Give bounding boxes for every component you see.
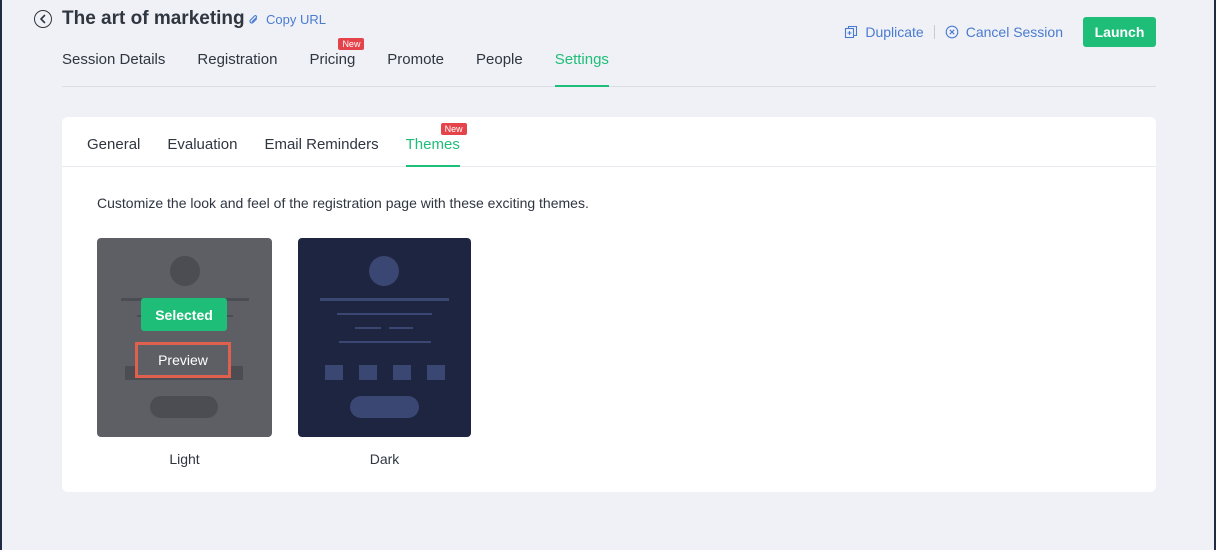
tab-label: Registration (197, 51, 278, 68)
back-button[interactable] (34, 10, 52, 28)
tab-promote[interactable]: Promote (387, 48, 444, 87)
actions-divider (933, 25, 935, 39)
window-left-edge (0, 0, 2, 550)
dark-theme-thumbnail (320, 256, 449, 418)
new-badge: New (440, 123, 467, 135)
tab-label: Session Details (62, 51, 166, 68)
tab-label: Promote (387, 51, 444, 68)
subtab-general[interactable]: General (87, 117, 140, 167)
subtab-themes[interactable]: Themes New (405, 117, 467, 167)
preview-button[interactable]: Preview (135, 342, 231, 378)
subtab-evaluation[interactable]: Evaluation (167, 117, 237, 167)
theme-card-light[interactable]: Selected Preview (97, 238, 272, 437)
theme-label-light: Light (169, 451, 200, 467)
duplicate-icon (845, 25, 858, 39)
tab-label: Pricing (309, 51, 356, 68)
tab-registration[interactable]: Registration (197, 48, 277, 87)
selected-button[interactable]: Selected (141, 298, 227, 331)
copy-url-label: Copy URL (266, 12, 326, 27)
theme-label-dark: Dark (369, 451, 400, 467)
chevron-left-icon (40, 14, 46, 24)
main-tab-bar: Session Details Registration Pricing New… (62, 38, 1156, 87)
settings-sub-tab-bar: General Evaluation Email Reminders Theme… (62, 117, 1156, 167)
header-actions: Duplicate Cancel Session Launch (844, 17, 1156, 47)
tab-session-details[interactable]: Session Details (62, 48, 165, 87)
new-badge: New (338, 38, 365, 50)
cancel-session-label: Cancel Session (965, 24, 1063, 40)
paperclip-icon (249, 14, 258, 24)
settings-card: General Evaluation Email Reminders Theme… (62, 117, 1156, 492)
light-theme-thumbnail (121, 256, 249, 418)
tab-settings[interactable]: Settings (554, 48, 609, 87)
theme-card-dark[interactable] (298, 238, 471, 437)
copy-url-link[interactable]: Copy URL (248, 12, 326, 27)
duplicate-label: Duplicate (865, 24, 924, 40)
themes-description: Customize the look and feel of the regis… (97, 195, 589, 211)
cancel-session-button[interactable]: Cancel Session (945, 24, 1063, 40)
page-title: The art of marketing (62, 8, 245, 29)
duplicate-button[interactable]: Duplicate (844, 24, 924, 40)
subtab-label: Email Reminders (264, 136, 379, 153)
tab-people[interactable]: People (476, 48, 523, 87)
tab-pricing[interactable]: Pricing New (309, 38, 365, 87)
launch-button[interactable]: Launch (1083, 17, 1156, 47)
subtab-label: Evaluation (167, 136, 238, 153)
page-header: The art of marketing Copy URL Duplicate … (34, 8, 1156, 47)
tab-label: Settings (554, 51, 609, 68)
cancel-circle-icon (945, 25, 959, 39)
subtab-email-reminders[interactable]: Email Reminders (264, 117, 378, 167)
subtab-label: General (87, 136, 141, 153)
subtab-label: Themes (405, 136, 460, 153)
tab-label: People (476, 51, 523, 68)
